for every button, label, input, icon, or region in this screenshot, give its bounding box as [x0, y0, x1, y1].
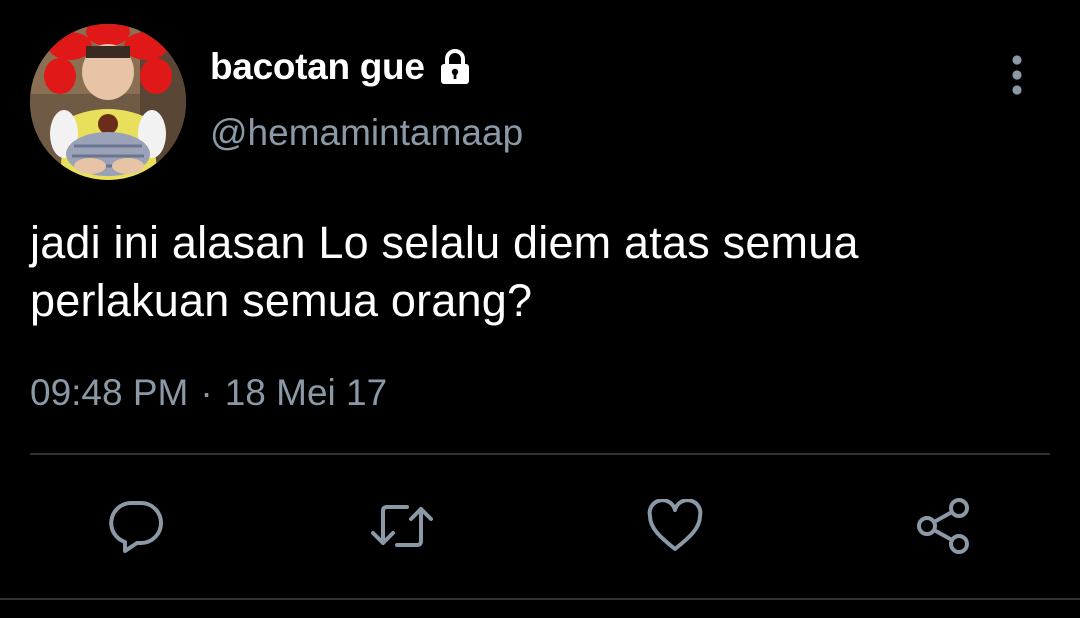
- tweet-text-line: perlakuan semua orang?: [30, 275, 533, 326]
- name-row: bacotan gue: [210, 44, 475, 90]
- bottom-divider: [0, 598, 1080, 600]
- reply-icon: [107, 499, 165, 553]
- lock-icon: [435, 47, 475, 87]
- share-button[interactable]: [914, 496, 974, 556]
- user-handle[interactable]: @hemamintamaap: [210, 112, 523, 154]
- retweet-button[interactable]: [369, 496, 435, 556]
- avatar[interactable]: [30, 24, 186, 180]
- meta-separator: ·: [200, 372, 213, 413]
- tweet-text-line: jadi ini alasan Lo selalu diem atas semu…: [30, 217, 859, 268]
- tweet-time[interactable]: 09:48 PM: [30, 372, 188, 414]
- tweet-date[interactable]: 18 Mei 17: [225, 372, 388, 414]
- like-button[interactable]: [645, 496, 705, 556]
- retweet-icon: [369, 499, 435, 553]
- more-vertical-icon[interactable]: [1004, 52, 1030, 98]
- tweet-text: jadi ini alasan Lo selalu diem atas semu…: [30, 214, 1040, 330]
- display-name[interactable]: bacotan gue: [210, 46, 425, 88]
- reply-button[interactable]: [106, 496, 166, 556]
- share-icon: [915, 497, 973, 555]
- heart-icon: [646, 499, 704, 553]
- tweet-meta: 09:48 PM · 18 Mei 17: [30, 372, 387, 414]
- tweet-card: bacotan gue @hemamintamaap jadi ini alas…: [0, 0, 1080, 618]
- divider: [30, 453, 1050, 455]
